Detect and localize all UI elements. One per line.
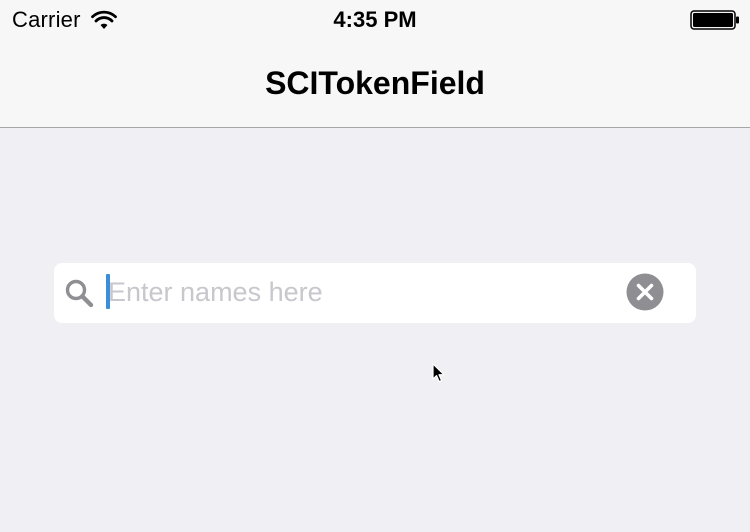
clear-button[interactable] (626, 273, 664, 311)
status-bar: Carrier 4:35 PM (0, 0, 750, 40)
nav-title: SCITokenField (265, 65, 485, 101)
battery-icon (690, 10, 739, 30)
token-field[interactable] (54, 263, 696, 323)
text-caret (106, 274, 110, 309)
mouse-pointer-icon (432, 363, 445, 383)
status-time: 4:35 PM (333, 7, 417, 32)
navigation-bar: SCITokenField (0, 40, 750, 128)
search-icon (65, 279, 94, 308)
names-input[interactable] (106, 271, 618, 313)
clear-circle-icon (626, 273, 664, 311)
